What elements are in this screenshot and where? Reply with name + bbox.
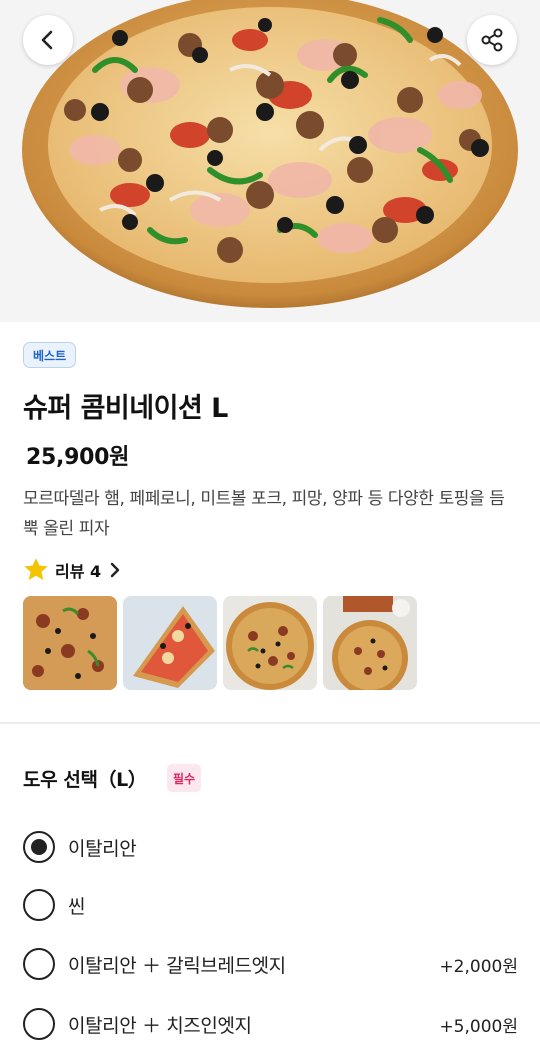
review-photo-image [123,596,217,690]
review-photo-image [223,596,317,690]
review-photos [23,596,417,690]
star-icon [24,558,48,581]
dough-section-title: 도우 선택（L） [23,769,147,791]
option-label: 씬 [68,895,86,918]
best-badge: 베스트 [23,342,77,368]
share-button[interactable] [467,15,517,65]
review-link[interactable]: 리뷰 4 [22,555,124,585]
dough-option-thin[interactable]: 씬 [23,885,518,925]
review-photo[interactable] [323,596,417,690]
option-label: 이탈리안 ＋ 갈릭브레드엣지 [68,954,286,977]
review-photo[interactable] [123,596,217,690]
review-photo[interactable] [223,596,317,690]
radio-unselected[interactable] [23,889,55,921]
share-icon [481,28,503,52]
radio-selected[interactable] [23,831,55,863]
option-label: 이탈리안 ＋ 치즈인엣지 [68,1014,252,1037]
review-photo-image [23,596,117,690]
dough-option-garlic-edge[interactable]: 이탈리안 ＋ 갈릭브레드엣지 +2,000원 [23,944,518,984]
radio-unselected[interactable] [23,1008,55,1040]
option-price: +5,000원 [439,1016,518,1037]
back-button[interactable] [23,15,73,65]
pizza-image [0,0,540,322]
review-count-label: 리뷰 4 [55,562,102,581]
option-label: 이탈리안 [68,837,137,860]
review-photo-image [323,596,417,690]
dough-option-italian[interactable]: 이탈리안 [23,827,518,867]
product-image [0,0,540,322]
section-divider [0,722,540,724]
product-title: 슈퍼 콤비네이션 L [23,393,228,424]
product-price: 25,900원 [26,445,130,470]
product-description: 모르따델라 햄, 페페로니, 미트볼 포크, 피망, 양파 등 다양한 토핑을 … [23,489,505,539]
chevron-left-icon [41,30,53,50]
review-photo[interactable] [23,596,117,690]
radio-unselected[interactable] [23,948,55,980]
chevron-right-icon [110,562,120,578]
option-price: +2,000원 [439,956,518,977]
dough-option-cheese-edge[interactable]: 이탈리안 ＋ 치즈인엣지 +5,000원 [23,1004,518,1044]
required-badge: 필수 [167,764,202,792]
